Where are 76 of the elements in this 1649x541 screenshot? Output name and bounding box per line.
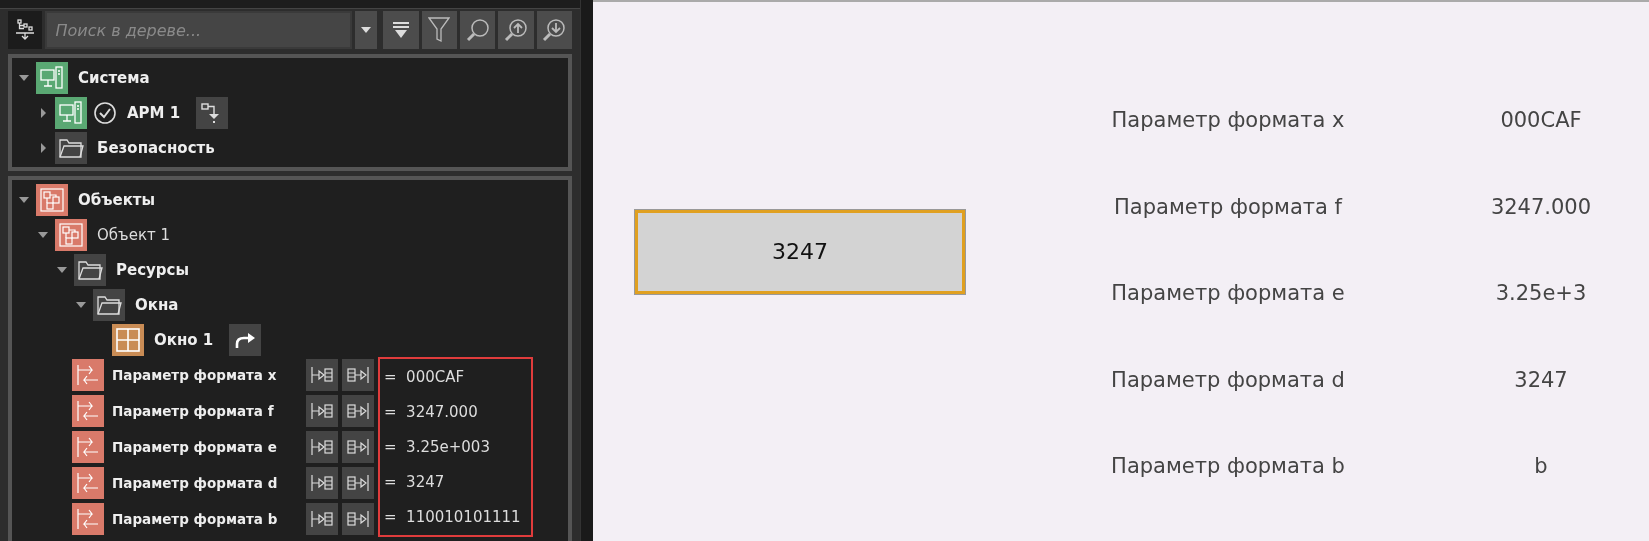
write-button[interactable] xyxy=(342,503,374,535)
arrow-into-list-icon xyxy=(310,437,334,457)
arrow-into-list-icon xyxy=(310,401,334,421)
tree-item-label[interactable]: Безопасность xyxy=(97,138,215,157)
link-button[interactable] xyxy=(229,323,262,356)
parameter-label: Параметр формата e xyxy=(1110,281,1346,306)
parameter-label: Параметр формата b xyxy=(1110,454,1346,479)
arrow-into-list-icon xyxy=(310,473,334,493)
parameter-value: b xyxy=(1533,454,1549,479)
parameter-value: 3247 xyxy=(1513,367,1569,392)
arrow-out-of-list-icon xyxy=(346,401,370,421)
search-field[interactable]: Поиск в дереве... xyxy=(45,11,353,49)
search-down-icon xyxy=(541,17,568,43)
arrow-out-of-list-icon xyxy=(346,473,370,493)
hierarchy-icon xyxy=(15,19,36,41)
exchange-arrows-icon xyxy=(75,362,101,388)
read-button[interactable] xyxy=(306,395,338,427)
computer-icon xyxy=(39,64,65,91)
value-button[interactable]: 3247 xyxy=(635,209,965,294)
search-up-icon xyxy=(502,17,529,43)
parameter-value: 000CAF xyxy=(1499,108,1583,132)
read-button[interactable] xyxy=(306,467,338,499)
parameter-value: = 3247.000 xyxy=(384,401,479,423)
object-tree-icon xyxy=(39,186,65,213)
filter-icon xyxy=(428,17,451,43)
parameter-label[interactable]: Параметр формата e xyxy=(112,439,302,455)
search-up-button[interactable] xyxy=(498,11,534,49)
object-tree-icon xyxy=(58,221,84,248)
write-button[interactable] xyxy=(342,359,374,391)
parameter-value: = 3247 xyxy=(384,472,446,494)
tree-mode-button[interactable] xyxy=(8,11,43,49)
exchange-arrows-icon xyxy=(75,470,101,496)
deploy-button[interactable] xyxy=(196,96,229,129)
parameter-label[interactable]: Параметр формата b xyxy=(112,511,302,527)
tree-item-label[interactable]: Окна xyxy=(135,295,179,314)
parameter-label: Параметр формата f xyxy=(1113,194,1344,219)
caret-icon xyxy=(360,26,373,34)
arrow-out-of-list-icon xyxy=(346,365,370,385)
parameter-label: Параметр формата d xyxy=(1110,367,1346,392)
tree-item-label[interactable]: Объект 1 xyxy=(97,225,170,244)
tree-item-label[interactable]: Ресурсы xyxy=(116,260,190,279)
arrow-into-list-icon xyxy=(310,509,334,529)
arrow-out-of-list-icon xyxy=(346,437,370,457)
arrow-out-of-list-icon xyxy=(346,509,370,529)
parameter-value: 3247.000 xyxy=(1489,194,1593,219)
write-button[interactable] xyxy=(342,467,374,499)
computer-icon xyxy=(58,99,84,126)
read-button[interactable] xyxy=(306,359,338,391)
tree-item-label[interactable]: Окно 1 xyxy=(154,330,214,349)
collapse-icon xyxy=(391,20,410,40)
window-icon xyxy=(115,326,141,353)
tree-item-label[interactable]: АРМ 1 xyxy=(127,103,181,122)
write-button[interactable] xyxy=(342,395,374,427)
tree-item-label[interactable]: Система xyxy=(78,68,150,87)
read-button[interactable] xyxy=(306,503,338,535)
exchange-arrows-icon xyxy=(75,434,101,460)
parameter-value: = 3.25e+003 xyxy=(384,437,491,458)
parameter-label[interactable]: Параметр формата x xyxy=(112,367,302,383)
parameter-value: 3.25e+3 xyxy=(1494,281,1588,306)
collapse-button[interactable] xyxy=(383,11,419,49)
search-down-button[interactable] xyxy=(536,11,573,49)
tree-item-label[interactable]: Объекты xyxy=(78,190,156,209)
parameter-label: Параметр формата x xyxy=(1110,108,1346,132)
write-button[interactable] xyxy=(342,431,374,463)
filter-button[interactable] xyxy=(421,11,457,49)
exchange-arrows-icon xyxy=(75,506,101,532)
parameter-label[interactable]: Параметр формата f xyxy=(112,403,302,419)
exchange-arrows-icon xyxy=(75,398,101,424)
parameter-value: = 000CAF xyxy=(384,366,466,388)
search-icon xyxy=(464,17,491,43)
search-button[interactable] xyxy=(459,11,496,49)
arrow-into-list-icon xyxy=(310,365,334,385)
dropdown-button[interactable] xyxy=(355,11,378,49)
parameter-value: = 110010101111 xyxy=(384,507,521,529)
parameter-label[interactable]: Параметр формата d xyxy=(112,475,302,491)
read-button[interactable] xyxy=(306,431,338,463)
